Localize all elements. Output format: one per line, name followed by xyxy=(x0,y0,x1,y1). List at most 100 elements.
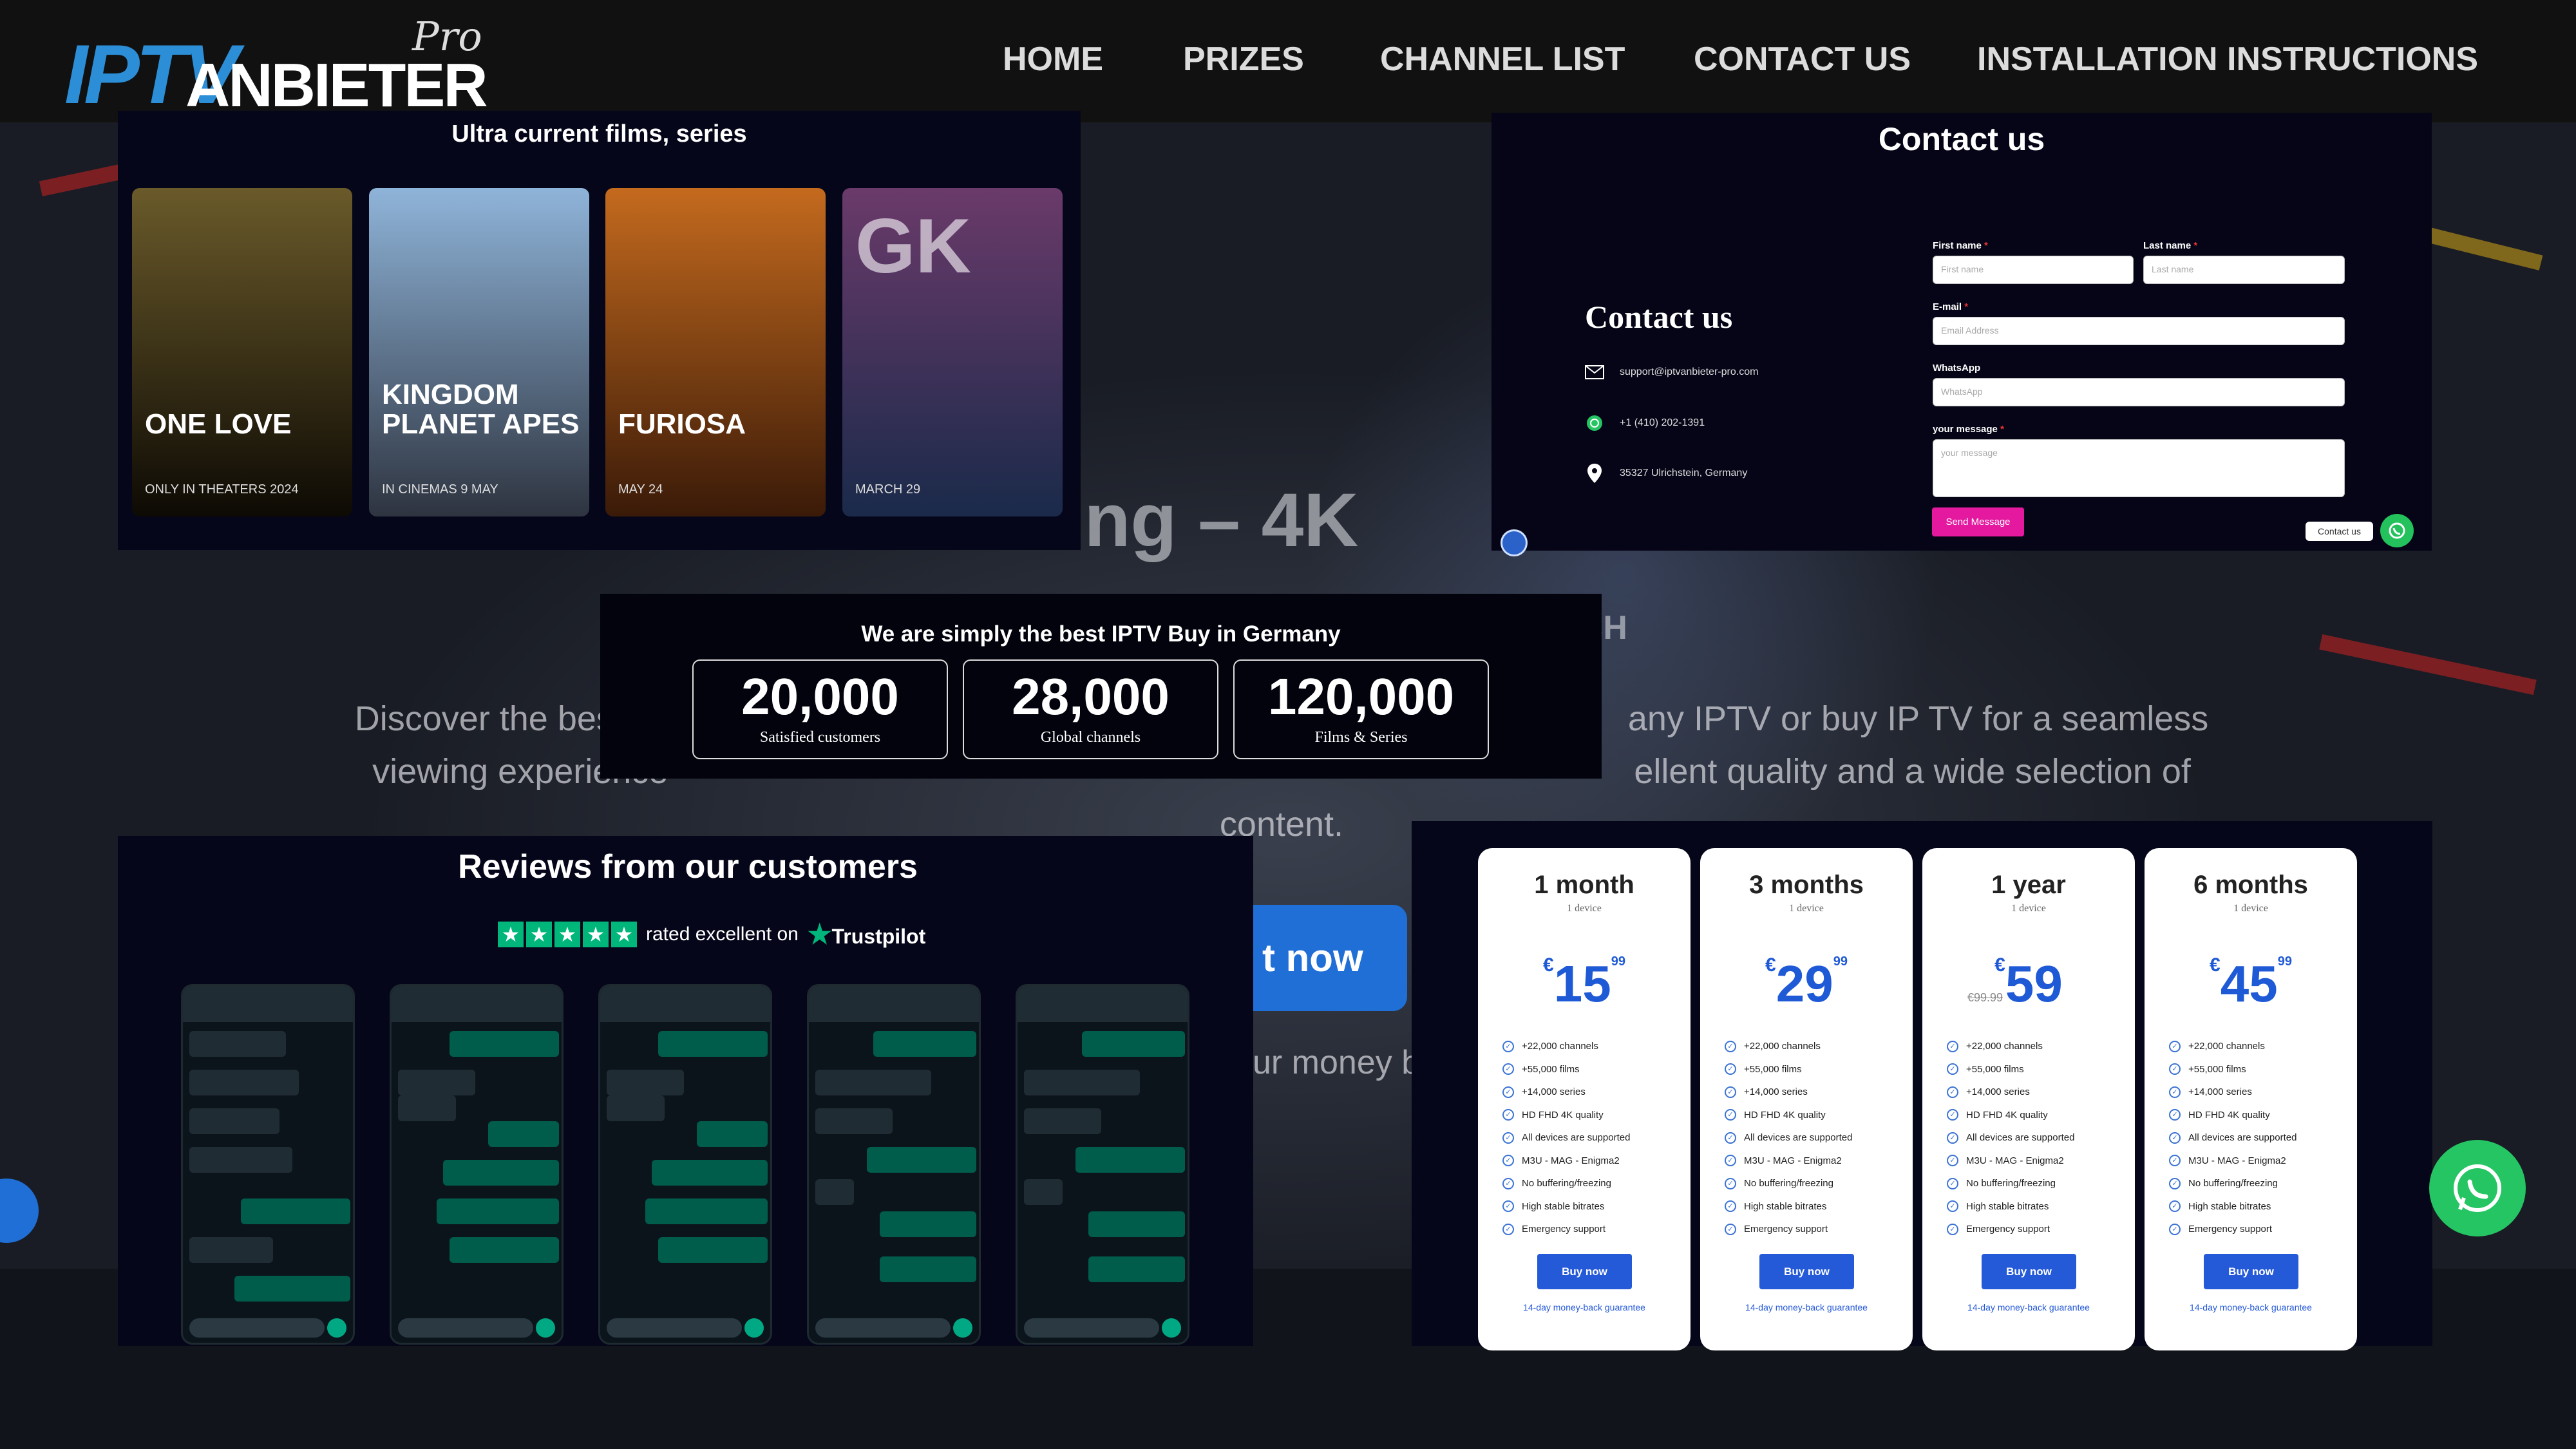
feature-list: ✓ +22,000 channels ✓ +55,000 films ✓ +14,000 … xyxy=(1947,1035,2074,1241)
feature-item: ✓ +22,000 channels xyxy=(1947,1035,2074,1058)
check-circle-icon: ✓ xyxy=(2169,1223,2181,1235)
nav-channel-list[interactable]: CHANNEL LIST xyxy=(1380,40,1625,79)
send-message-button[interactable]: Send Message xyxy=(1932,507,2024,536)
contact-panel: Contact us Contact us support@iptvanbiet… xyxy=(1492,113,2432,551)
first-name-input[interactable]: First name xyxy=(1933,256,2134,284)
stats-panel: We are simply the best IPTV Buy in Germa… xyxy=(600,594,1602,779)
check-circle-icon: ✓ xyxy=(1725,1040,1736,1052)
movie-poster[interactable]: ONE LOVE ONLY IN THEATERS 2024 xyxy=(132,188,352,516)
plan-price: €4599 xyxy=(2210,954,2292,1012)
hero-money-back-text: ur money b xyxy=(1253,1044,1421,1081)
envelope-icon xyxy=(1585,363,1604,382)
pricing-card: 6 months 1 device €4599 ✓ +22,000 channels ✓ +… xyxy=(2145,848,2357,1350)
rated-text: rated excellent on xyxy=(646,923,799,945)
plan-name: 6 months xyxy=(2193,871,2308,899)
nav-installation-instructions[interactable]: INSTALLATION INSTRUCTIONS xyxy=(1977,40,2478,79)
check-circle-icon: ✓ xyxy=(1947,1086,1958,1098)
poster-title: GK xyxy=(855,203,971,289)
check-circle-icon: ✓ xyxy=(1947,1063,1958,1075)
email-label: E-mail * xyxy=(1933,301,1969,312)
feature-item: ✓ HD FHD 4K quality xyxy=(2169,1104,2297,1127)
feature-list: ✓ +22,000 channels ✓ +55,000 films ✓ +14,000 … xyxy=(1502,1035,1630,1241)
feature-item: ✓ +55,000 films xyxy=(1725,1058,1852,1081)
poster-date: ONLY IN THEATERS 2024 xyxy=(145,482,299,497)
movie-poster[interactable]: KINGDOM PLANET APES IN CINEMAS 9 MAY xyxy=(369,188,589,516)
trustpilot-rating[interactable]: ★ ★ ★ ★ ★ rated excellent on ★Trustpilot xyxy=(498,918,925,950)
whatsapp-small-icon[interactable] xyxy=(2380,514,2414,547)
accessibility-icon[interactable] xyxy=(1501,529,1528,556)
nav-prizes[interactable]: PRIZES xyxy=(1183,40,1304,79)
guarantee-link[interactable]: 14-day money-back guarantee xyxy=(2145,1302,2357,1312)
plan-old-price: €99.99 xyxy=(1967,991,2003,1004)
feature-item: ✓ HD FHD 4K quality xyxy=(1947,1104,2074,1127)
buy-now-button[interactable]: Buy now xyxy=(2204,1254,2298,1289)
stat-value: 28,000 xyxy=(1012,668,1170,725)
trustpilot-stars: ★ ★ ★ ★ ★ xyxy=(498,921,637,947)
movie-poster[interactable]: FURIOSA MAY 24 xyxy=(605,188,826,516)
hero-cta-button[interactable]: t now xyxy=(1230,905,1407,1011)
buy-now-button[interactable]: Buy now xyxy=(1537,1254,1632,1289)
feature-item: ✓ +14,000 series xyxy=(2169,1081,2297,1104)
review-screenshot xyxy=(181,984,355,1345)
review-screenshot xyxy=(390,984,564,1345)
feature-item: ✓ M3U - MAG - Enigma2 xyxy=(1502,1150,1630,1173)
poster-date: IN CINEMAS 9 MAY xyxy=(382,482,498,497)
nav-contact-us[interactable]: CONTACT US xyxy=(1694,40,1911,79)
plan-price: €1599 xyxy=(1543,954,1625,1012)
feature-item: ✓ All devices are supported xyxy=(1725,1126,1852,1150)
check-circle-icon: ✓ xyxy=(2169,1155,2181,1167)
check-circle-icon: ✓ xyxy=(1947,1040,1958,1052)
poster-title: KINGDOM PLANET APES xyxy=(382,379,580,440)
review-screenshot xyxy=(807,984,981,1345)
reviews-title: Reviews from our customers xyxy=(458,848,918,886)
check-circle-icon: ✓ xyxy=(1725,1223,1736,1235)
guarantee-link[interactable]: 14-day money-back guarantee xyxy=(1700,1302,1913,1312)
check-circle-icon: ✓ xyxy=(2169,1132,2181,1144)
check-circle-icon: ✓ xyxy=(1725,1109,1736,1121)
contact-email[interactable]: support@iptvanbieter-pro.com xyxy=(1585,363,1758,382)
last-name-input[interactable]: Last name xyxy=(2143,256,2345,284)
feature-item: ✓ High stable bitrates xyxy=(2169,1195,2297,1218)
first-name-label: First name * xyxy=(1933,240,1988,251)
nav-home[interactable]: HOME xyxy=(1003,40,1103,79)
site-logo[interactable]: IPTV ANBIETER Pro xyxy=(64,13,488,121)
check-circle-icon: ✓ xyxy=(1947,1132,1958,1144)
star-icon: ★ xyxy=(498,921,524,947)
whatsapp-float-icon[interactable] xyxy=(2429,1140,2526,1236)
check-circle-icon: ✓ xyxy=(1725,1155,1736,1167)
feature-item: ✓ Emergency support xyxy=(1725,1218,1852,1241)
guarantee-link[interactable]: 14-day money-back guarantee xyxy=(1922,1302,2135,1312)
poster-date: MAY 24 xyxy=(618,482,663,497)
feature-item: ✓ All devices are supported xyxy=(1947,1126,2074,1150)
feature-item: ✓ No buffering/freezing xyxy=(1502,1172,1630,1195)
stats-title: We are simply the best IPTV Buy in Germa… xyxy=(861,621,1341,647)
contact-phone[interactable]: +1 (410) 202-1391 xyxy=(1585,413,1705,433)
buy-now-button[interactable]: Buy now xyxy=(1982,1254,2076,1289)
contact-us-chip[interactable]: Contact us xyxy=(2306,522,2373,541)
message-textarea[interactable]: your message xyxy=(1933,439,2345,497)
check-circle-icon: ✓ xyxy=(2169,1063,2181,1075)
stat-value: 20,000 xyxy=(741,668,899,725)
poster-date: MARCH 29 xyxy=(855,482,921,497)
poster-title: ONE LOVE xyxy=(145,408,292,440)
plan-price: €59 xyxy=(1994,954,2063,1012)
trustpilot-logo: ★Trustpilot xyxy=(807,919,926,949)
feature-item: ✓ No buffering/freezing xyxy=(2169,1172,2297,1195)
check-circle-icon: ✓ xyxy=(1947,1177,1958,1189)
whatsapp-input[interactable]: WhatsApp xyxy=(1933,378,2345,406)
email-input[interactable]: Email Address xyxy=(1933,317,2345,345)
stat-box: 120,000 Films & Series xyxy=(1233,659,1489,759)
buy-now-button[interactable]: Buy now xyxy=(1759,1254,1854,1289)
films-title: Ultra current films, series xyxy=(451,120,747,147)
feature-item: ✓ All devices are supported xyxy=(1502,1126,1630,1150)
feature-item: ✓ +22,000 channels xyxy=(2169,1035,2297,1058)
movie-poster[interactable]: GK MARCH 29 xyxy=(842,188,1063,516)
top-navbar: IPTV ANBIETER Pro HOME PRIZES CHANNEL LI… xyxy=(0,0,2576,122)
feature-item: ✓ +14,000 series xyxy=(1502,1081,1630,1104)
feature-item: ✓ +22,000 channels xyxy=(1502,1035,1630,1058)
guarantee-link[interactable]: 14-day money-back guarantee xyxy=(1478,1302,1690,1312)
feature-item: ✓ HD FHD 4K quality xyxy=(1725,1104,1852,1127)
feature-item: ✓ +55,000 films xyxy=(1502,1058,1630,1081)
whatsapp-icon xyxy=(1585,413,1604,433)
pricing-card: 3 months 1 device €2999 ✓ +22,000 channels ✓ +… xyxy=(1700,848,1913,1350)
